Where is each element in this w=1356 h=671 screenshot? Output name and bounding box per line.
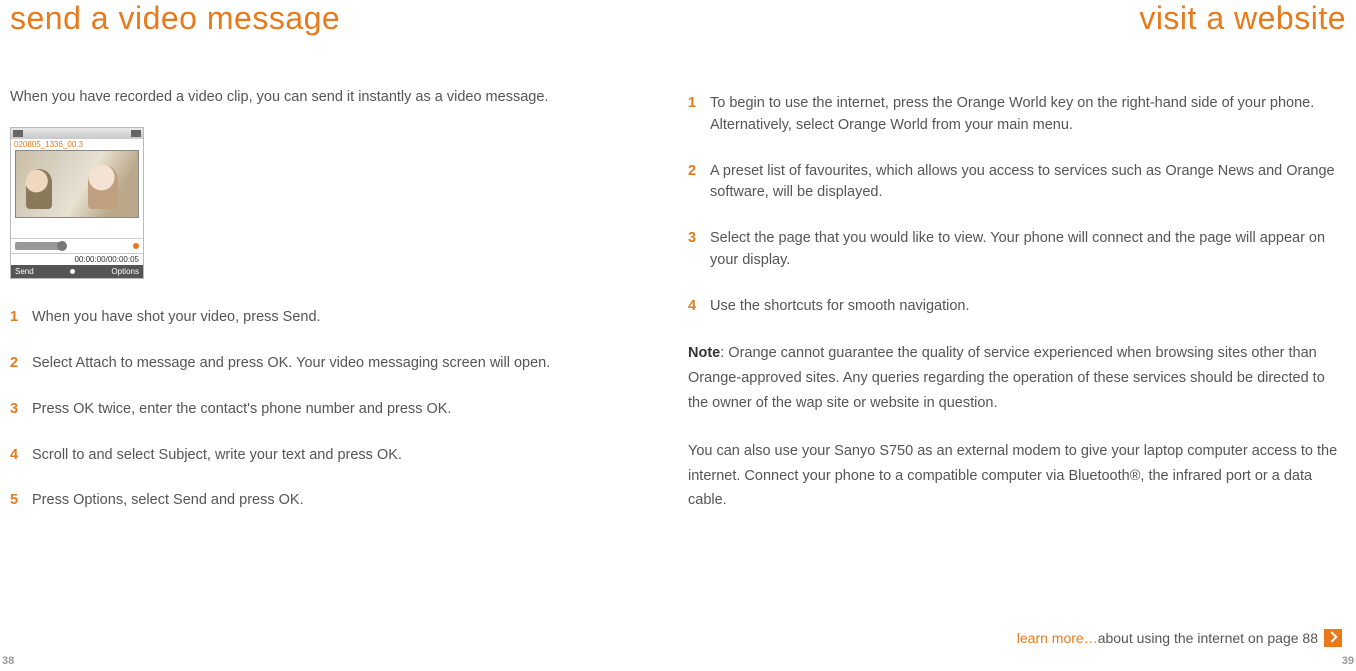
learn-more: learn more… about using the internet on …: [1017, 629, 1342, 647]
phone-status-bar: [11, 128, 143, 139]
arrow-right-icon: [1324, 629, 1342, 647]
phone-clip-name: 020805_1336_00.3: [11, 139, 143, 150]
step-text: When you have shot your video, press Sen…: [32, 307, 321, 329]
step-number: 5: [10, 490, 32, 512]
list-item: 5Press Options, select Send and press OK…: [10, 490, 668, 512]
steps-left: 1When you have shot your video, press Se…: [10, 307, 668, 512]
step-text: To begin to use the internet, press the …: [710, 93, 1346, 137]
extra-paragraph: You can also use your Sanyo S750 as an e…: [688, 439, 1346, 513]
list-item: 2Select Attach to message and press OK. …: [10, 353, 668, 375]
learn-more-text: about using the internet on page 88: [1098, 630, 1318, 646]
list-item: 1When you have shot your video, press Se…: [10, 307, 668, 329]
steps-right: 1To begin to use the internet, press the…: [688, 93, 1346, 317]
step-text: Select Attach to message and press OK. Y…: [32, 353, 550, 375]
step-text: Scroll to and select Subject, write your…: [32, 445, 402, 467]
step-number: 3: [688, 228, 710, 272]
phone-softkey-center-icon: [70, 269, 75, 274]
list-item: 3Select the page that you would like to …: [688, 228, 1346, 272]
phone-screenshot: 020805_1336_00.3 00:00:00/00:00:05 Send …: [10, 127, 144, 279]
list-item: 3Press OK twice, enter the contact's pho…: [10, 399, 668, 421]
list-item: 4Scroll to and select Subject, write you…: [10, 445, 668, 467]
step-number: 2: [688, 161, 710, 205]
note-label: Note: [688, 345, 720, 361]
step-text: Press Options, select Send and press OK.: [32, 490, 304, 512]
page-number-left: 38: [2, 655, 14, 667]
step-text: A preset list of favourites, which allow…: [710, 161, 1346, 205]
note-block: Note: Orange cannot guarantee the qualit…: [688, 341, 1346, 415]
phone-video-preview: [15, 150, 139, 218]
step-text: Select the page that you would like to v…: [710, 228, 1346, 272]
step-number: 3: [10, 399, 32, 421]
step-number: 1: [10, 307, 32, 329]
intro-left: When you have recorded a video clip, you…: [10, 87, 668, 107]
step-text: Use the shortcuts for smooth navigation.: [710, 296, 970, 318]
page-title-right: visit a website: [688, 0, 1346, 37]
page-number-right: 39: [1342, 655, 1354, 667]
list-item: 2A preset list of favourites, which allo…: [688, 161, 1346, 205]
phone-softkey-left: Send: [15, 267, 34, 276]
phone-time: 00:00:00/00:00:05: [11, 253, 143, 265]
step-number: 1: [688, 93, 710, 137]
phone-camera-bar: [11, 238, 143, 253]
learn-more-prefix: learn more…: [1017, 630, 1098, 646]
step-number: 4: [10, 445, 32, 467]
list-item: 4Use the shortcuts for smooth navigation…: [688, 296, 1346, 318]
phone-softkey-right: Options: [111, 267, 139, 276]
step-number: 2: [10, 353, 32, 375]
note-text: : Orange cannot guarantee the quality of…: [688, 345, 1325, 410]
step-text: Press OK twice, enter the contact's phon…: [32, 399, 451, 421]
list-item: 1To begin to use the internet, press the…: [688, 93, 1346, 137]
step-number: 4: [688, 296, 710, 318]
phone-softkeys: Send Options: [11, 265, 143, 278]
page-title-left: send a video message: [10, 0, 668, 37]
